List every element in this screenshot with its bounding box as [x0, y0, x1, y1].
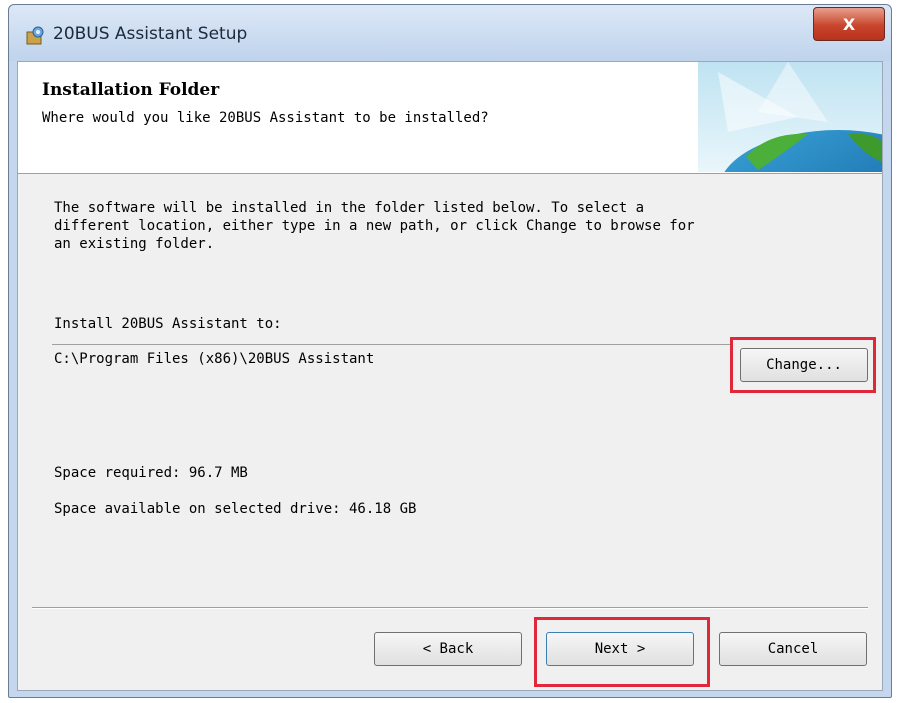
- page-subtitle: Where would you like 20BUS Assistant to …: [42, 110, 489, 126]
- install-path-separator: [52, 344, 732, 345]
- dialog-client-area: Installation Folder Where would you like…: [17, 61, 883, 691]
- back-button[interactable]: < Back: [374, 632, 522, 666]
- close-button[interactable]: X: [813, 7, 885, 41]
- footer-separator: [32, 607, 868, 609]
- description-line: The software will be installed in the fo…: [54, 200, 645, 216]
- cancel-button[interactable]: Cancel: [719, 632, 867, 666]
- description-line: an existing folder.: [54, 236, 215, 252]
- header-banner: Installation Folder Where would you like…: [18, 62, 882, 174]
- description-line: different location, either type in a new…: [54, 218, 695, 234]
- setup-window: 20BUS Assistant Setup X Installation Fol…: [8, 4, 892, 698]
- close-icon: X: [842, 14, 856, 34]
- space-available-text: Space available on selected drive: 46.18…: [54, 501, 417, 517]
- space-required-text: Space required: 96.7 MB: [54, 465, 248, 481]
- cancel-button-label: Cancel: [767, 641, 819, 657]
- installer-app-icon: [26, 26, 44, 45]
- highlight-box-next: [534, 617, 710, 687]
- install-to-label: Install 20BUS Assistant to:: [54, 316, 282, 332]
- install-path-field[interactable]: C:\Program Files (x86)\20BUS Assistant: [54, 351, 374, 367]
- page-title: Installation Folder: [42, 80, 220, 100]
- window-title: 20BUS Assistant Setup: [53, 24, 248, 44]
- back-button-label: < Back: [422, 641, 474, 657]
- highlight-box-change: [730, 337, 876, 393]
- title-bar: 20BUS Assistant Setup X: [9, 5, 891, 61]
- globe-banner-graphic: [698, 62, 882, 172]
